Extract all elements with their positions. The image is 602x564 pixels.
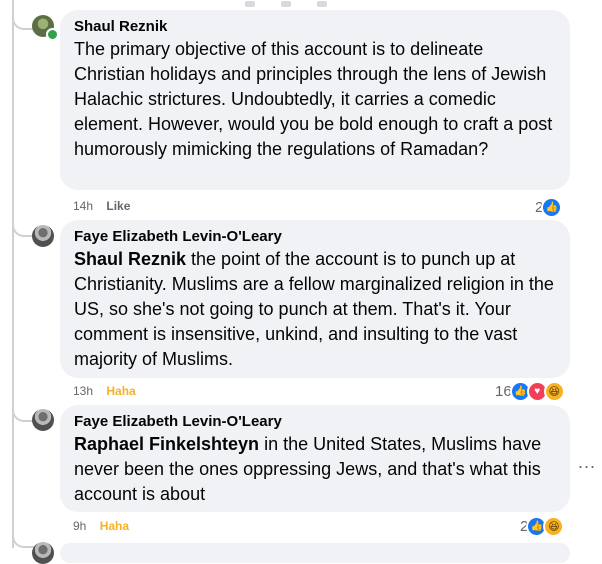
- comment-time[interactable]: 9h: [73, 519, 86, 533]
- reaction-summary[interactable]: 2 👍: [535, 196, 563, 218]
- avatar[interactable]: [32, 409, 54, 431]
- thread-line: [12, 0, 14, 548]
- more-options-icon[interactable]: ...: [578, 452, 596, 473]
- comment-meta: 14h Like: [73, 199, 130, 213]
- reply-connector: [12, 406, 34, 422]
- haha-button[interactable]: Haha: [100, 519, 129, 533]
- avatar[interactable]: [32, 542, 54, 564]
- mention-link[interactable]: Raphael Finkelshteyn: [74, 434, 259, 454]
- like-button[interactable]: Like: [106, 199, 130, 213]
- reply-connector: [12, 532, 34, 548]
- comment-bubble: Shaul Reznik The primary objective of th…: [60, 10, 570, 190]
- comment-meta: 9h Haha: [73, 519, 129, 533]
- avatar[interactable]: [32, 225, 54, 247]
- comment-author[interactable]: Shaul Reznik: [74, 17, 556, 37]
- like-icon: 👍: [541, 196, 563, 218]
- mention-link[interactable]: Shaul Reznik: [74, 249, 186, 269]
- comment-time[interactable]: 14h: [73, 199, 93, 213]
- reaction-summary[interactable]: 2 👍 😆: [520, 515, 565, 537]
- comment-bubble: [60, 543, 570, 563]
- comment-author[interactable]: Faye Elizabeth Levin-O'Leary: [74, 412, 556, 432]
- comment-author[interactable]: Faye Elizabeth Levin-O'Leary: [74, 227, 556, 247]
- comment-time[interactable]: 13h: [73, 384, 93, 398]
- haha-icon: 😆: [543, 380, 565, 402]
- reply-connector: [12, 221, 34, 237]
- comment-text: Raphael Finkelshteyn in the United State…: [74, 432, 556, 507]
- reply-connector: [12, 14, 34, 30]
- haha-icon: 😆: [543, 515, 565, 537]
- comment-text: Shaul Reznik the point of the account is…: [74, 247, 556, 372]
- haha-button[interactable]: Haha: [106, 384, 135, 398]
- comment-bubble: Faye Elizabeth Levin-O'Leary Shaul Rezni…: [60, 220, 570, 378]
- comment-bubble: Faye Elizabeth Levin-O'Leary Raphael Fin…: [60, 405, 570, 512]
- previous-comment-fragment: [245, 0, 385, 7]
- comment-text: The primary objective of this account is…: [74, 39, 553, 159]
- comment-meta: 13h Haha: [73, 384, 136, 398]
- reaction-summary[interactable]: 16 👍 ♥ 😆: [495, 380, 565, 402]
- online-status-icon: [46, 28, 59, 41]
